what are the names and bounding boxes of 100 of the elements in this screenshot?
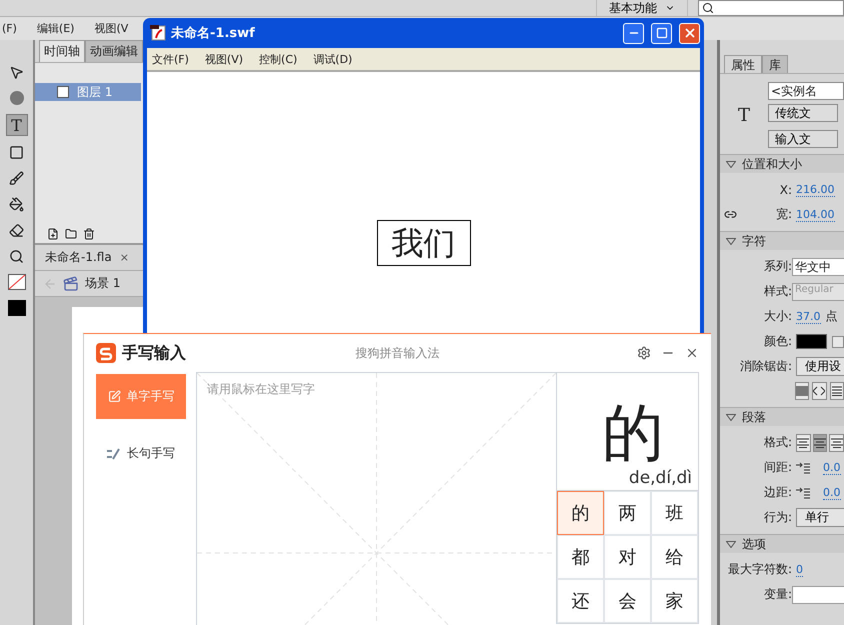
- field-label: 系列:: [762, 258, 792, 275]
- layer-name: 图层 1: [77, 84, 112, 100]
- section-header[interactable]: 段落: [720, 407, 844, 426]
- value-link[interactable]: 0.0: [823, 460, 840, 474]
- menu-item[interactable]: (F): [2, 22, 17, 35]
- close-button[interactable]: [685, 346, 699, 360]
- dropdown[interactable]: 单行: [796, 508, 844, 527]
- document-tab[interactable]: 未命名-1.fla ×: [45, 249, 129, 266]
- dropdown[interactable]: 使用设: [796, 357, 844, 376]
- candidate-character[interactable]: 对: [604, 535, 651, 579]
- brush-tool-icon: [9, 170, 24, 186]
- pen-lines-icon: [107, 448, 121, 460]
- field-label: 间距:: [762, 459, 792, 476]
- field-label: 格式:: [762, 434, 792, 451]
- close-icon: [682, 26, 696, 40]
- menu-item[interactable]: 编辑(E): [36, 21, 74, 36]
- settings-button[interactable]: [637, 346, 651, 360]
- candidate-character[interactable]: 都: [557, 535, 604, 579]
- candidate-character[interactable]: 家: [651, 579, 698, 623]
- close-icon: [685, 346, 699, 360]
- value-link[interactable]: 216.00: [796, 182, 834, 196]
- section-header[interactable]: 字符: [720, 231, 844, 250]
- new-layer-icon[interactable]: [47, 228, 59, 240]
- text-type-dropdown[interactable]: 传统文: [768, 104, 838, 122]
- align-button[interactable]: [796, 434, 811, 452]
- scene-label[interactable]: 场景 1: [85, 275, 120, 292]
- variable-field[interactable]: [792, 586, 844, 604]
- value-link[interactable]: 0: [796, 562, 803, 576]
- section-header[interactable]: 位置和大小: [720, 154, 844, 173]
- field-label: 样式:: [762, 283, 792, 300]
- candidate-character[interactable]: 会: [604, 579, 651, 623]
- code-icon: [813, 386, 826, 396]
- section-title: 选项: [742, 536, 766, 552]
- candidate-character[interactable]: 两: [604, 491, 651, 535]
- folder-icon[interactable]: [65, 228, 77, 240]
- menu-item[interactable]: 控制(C): [259, 52, 298, 66]
- collapse-triangle-icon: [726, 238, 736, 244]
- minimize-button[interactable]: [623, 22, 644, 44]
- tool-button[interactable]: [6, 298, 26, 318]
- menu-item[interactable]: 文件(F): [152, 52, 189, 66]
- search-field[interactable]: [698, 0, 844, 16]
- menu-item[interactable]: 视图(V): [204, 52, 244, 66]
- arrow-tool-icon: [9, 64, 24, 80]
- section-header[interactable]: 选项: [720, 534, 844, 553]
- rectangle-tool-icon: [9, 144, 24, 160]
- panel-tab[interactable]: 时间轴: [39, 40, 85, 62]
- line-spacing-icon: [796, 462, 810, 474]
- candidate-character[interactable]: 的: [557, 491, 604, 535]
- panel-tab[interactable]: 属性: [724, 55, 762, 73]
- pinyin-text: de,dí,dì: [628, 468, 692, 488]
- logo-icon: [96, 343, 116, 363]
- paint-bucket-icon: [9, 196, 24, 212]
- candidate-character[interactable]: 还: [557, 579, 604, 623]
- font-field[interactable]: 华文中: [792, 258, 844, 276]
- section-title: 字符: [742, 232, 766, 250]
- candidate-character[interactable]: 班: [651, 491, 698, 535]
- tool-button[interactable]: T: [6, 114, 28, 136]
- clapperboard-icon: [63, 276, 79, 292]
- field-label: 边距:: [762, 484, 792, 501]
- instance-name-field[interactable]: <实例名: [768, 82, 844, 100]
- settings-icon: [637, 346, 651, 360]
- trash-icon[interactable]: [83, 228, 95, 240]
- menu-item[interactable]: 视图(V: [94, 21, 128, 36]
- value-link[interactable]: 37.0: [796, 310, 820, 324]
- fill-swatch-icon: [8, 300, 26, 316]
- selectable-text-button[interactable]: [795, 382, 810, 400]
- html-button[interactable]: [812, 382, 827, 400]
- close-tab-button[interactable]: ×: [120, 251, 129, 264]
- close-button[interactable]: [679, 22, 700, 44]
- maximize-button[interactable]: [651, 22, 672, 44]
- collapse-triangle-icon: [726, 414, 736, 420]
- align-button[interactable]: [812, 434, 828, 452]
- layer-icon: [57, 86, 69, 98]
- app-name: 搜狗拼音输入法: [354, 344, 440, 362]
- eraser-icon: [9, 222, 24, 238]
- field-label: 消除锯齿:: [738, 358, 792, 375]
- value-link[interactable]: 0.0: [823, 486, 840, 500]
- color-swatch[interactable]: [796, 334, 828, 349]
- menu-item[interactable]: 调试(D): [313, 52, 352, 66]
- section-title: 位置和大小: [742, 156, 802, 172]
- search-icon: [702, 2, 714, 14]
- tool-button[interactable]: [6, 272, 26, 292]
- text-tool-icon: T: [11, 116, 22, 134]
- window-title: 手写输入: [122, 342, 186, 364]
- align-icon: [830, 438, 843, 448]
- candidate-character[interactable]: 给: [651, 535, 698, 579]
- checkbox[interactable]: [832, 336, 844, 348]
- field-label: 宽:: [776, 206, 792, 223]
- field-label: 行为:: [762, 509, 792, 526]
- panel-tab[interactable]: 库: [762, 55, 788, 73]
- flash-file-icon: [150, 25, 166, 41]
- sphere-tool-icon: [8, 90, 24, 106]
- indent-icon: [796, 486, 810, 498]
- border-button[interactable]: [830, 382, 844, 400]
- align-button[interactable]: [829, 434, 844, 452]
- panel-tab[interactable]: 动画编辑: [85, 40, 143, 62]
- text-mode-dropdown[interactable]: 输入文: [768, 130, 838, 148]
- value-link[interactable]: 104.00: [796, 208, 834, 222]
- workspace-dropdown[interactable]: 基本功能: [596, 0, 688, 16]
- field-label: 变量:: [762, 586, 792, 603]
